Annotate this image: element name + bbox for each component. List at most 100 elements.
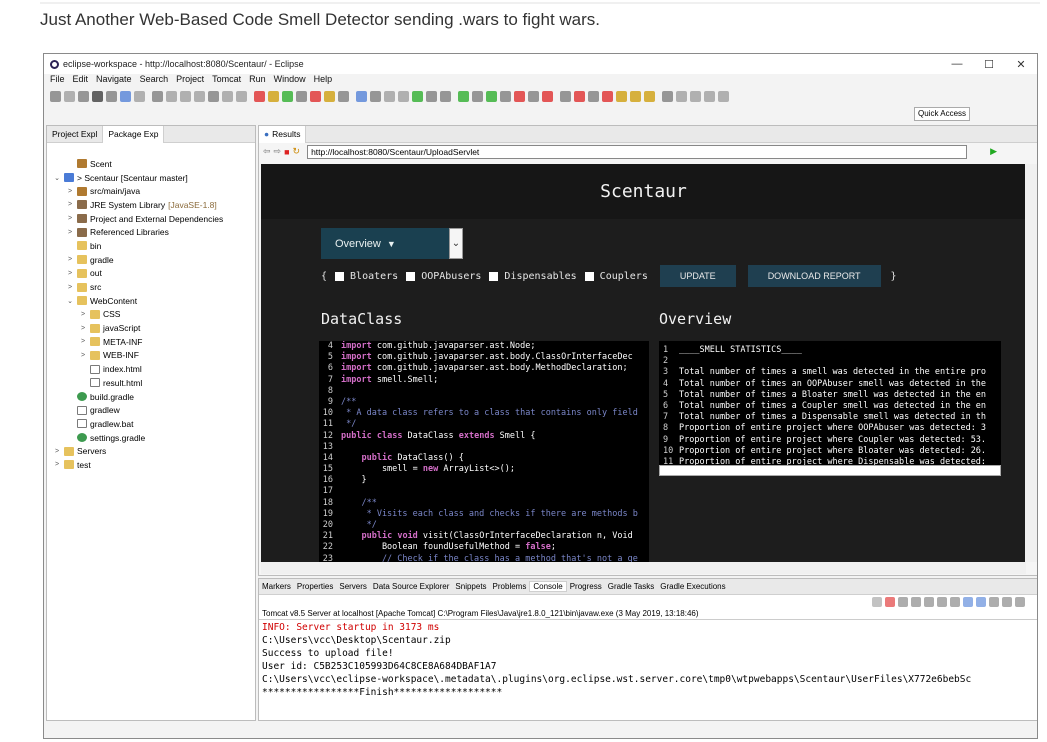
toolbar-tool-icon[interactable] [440,90,451,102]
tree-node[interactable]: ⌄ > Scentaur [Scentaur master] [47,171,255,185]
console-tool-icon[interactable] [872,597,882,607]
console-tool-icon[interactable] [1002,597,1012,607]
tab-project-explorer[interactable]: Project Expl [47,125,104,143]
stop-icon[interactable]: ■ [284,147,289,157]
tree-node[interactable]: > Project and External Dependencies [47,212,255,226]
toolbar-tool-icon[interactable] [282,90,293,102]
checkbox-bloaters[interactable] [335,271,345,281]
tab-snippets[interactable]: Snippets [452,582,489,591]
menu-file[interactable]: File [50,74,65,87]
tree-node[interactable]: > src [47,280,255,294]
toolbar-tool-icon[interactable] [458,90,469,102]
tree-node[interactable]: > META-INF [47,335,255,349]
menu-tomcat[interactable]: Tomcat [212,74,241,87]
toolbar-tool-icon[interactable] [194,90,205,102]
toolbar-tool-icon[interactable] [560,90,571,102]
view-dropdown[interactable]: Overview ▼ ⌄ [321,228,463,259]
toolbar-tool-icon[interactable] [268,90,279,102]
tree-node[interactable]: ⌄ WebContent [47,294,255,308]
toolbar-tool-icon[interactable] [426,90,437,102]
chevron-down-icon[interactable]: ⌄ [449,228,463,259]
checkbox-oopabusers[interactable] [406,271,416,281]
toolbar-tool-icon[interactable] [704,90,715,102]
toolbar-tool-icon[interactable] [78,90,89,102]
tree-node[interactable]: > JRE System Library [JavaSE-1.8] [47,198,255,212]
back-icon[interactable]: ⇦ [263,146,271,157]
menu-edit[interactable]: Edit [73,74,89,87]
toolbar-tool-icon[interactable] [222,90,233,102]
tree-node[interactable]: > gradle [47,253,255,267]
toolbar-tool-icon[interactable] [254,90,265,102]
toolbar-tool-icon[interactable] [500,90,511,102]
expand-chevron-icon[interactable]: > [53,448,61,455]
menu-run[interactable]: Run [249,74,266,87]
maximize-button[interactable]: ☐ [973,58,1005,71]
tab-properties[interactable]: Properties [294,582,336,591]
tab-problems[interactable]: Problems [490,582,530,591]
menu-help[interactable]: Help [314,74,333,87]
toolbar-tool-icon[interactable] [296,90,307,102]
checkbox-couplers[interactable] [584,271,594,281]
menu-project[interactable]: Project [176,74,204,87]
tab-results[interactable]: ● Results [259,125,307,143]
tree-node[interactable]: > test [47,458,255,472]
tab-progress[interactable]: Progress [567,582,605,591]
console-tool-icon[interactable] [937,597,947,607]
toolbar-tool-icon[interactable] [120,90,131,102]
tree-node[interactable]: build.gradle [47,390,255,404]
menu-window[interactable]: Window [274,74,306,87]
tree-node[interactable]: gradlew.bat [47,417,255,431]
close-button[interactable]: ✕ [1005,58,1037,71]
tree-node[interactable]: > javaScript [47,321,255,335]
menu-navigate[interactable]: Navigate [96,74,132,87]
toolbar-tool-icon[interactable] [602,90,613,102]
minimize-button[interactable]: — [941,58,973,71]
console-tool-icon[interactable] [898,597,908,607]
browser-vertical-scrollbar[interactable] [1025,164,1037,562]
toolbar-tool-icon[interactable] [472,90,483,102]
tab-markers[interactable]: Markers [259,582,294,591]
console-tool-icon[interactable] [911,597,921,607]
toolbar-tool-icon[interactable] [542,90,553,102]
tree-node[interactable]: Scent [47,157,255,171]
quick-access-field[interactable]: Quick Access [914,107,971,121]
expand-chevron-icon[interactable]: > [79,338,87,345]
expand-chevron-icon[interactable]: > [79,352,87,359]
tree-node[interactable]: bin [47,239,255,253]
toolbar-tool-icon[interactable] [514,90,525,102]
tree-node[interactable]: > out [47,267,255,281]
toolbar-tool-icon[interactable] [166,90,177,102]
tab-gradle-executions[interactable]: Gradle Executions [657,582,728,591]
console-tool-icon[interactable] [885,597,895,607]
toolbar-tool-icon[interactable] [486,90,497,102]
refresh-icon[interactable]: ↻ [293,146,301,157]
toolbar-tool-icon[interactable] [64,90,75,102]
expand-chevron-icon[interactable]: ⌄ [53,174,61,182]
expand-chevron-icon[interactable]: > [66,215,74,222]
browser-horizontal-scrollbar[interactable] [261,562,1026,574]
toolbar-tool-icon[interactable] [208,90,219,102]
toolbar-tool-icon[interactable] [718,90,729,102]
toolbar-tool-icon[interactable] [92,90,103,102]
tab-package-explorer[interactable]: Package Exp [103,125,165,143]
expand-chevron-icon[interactable]: > [66,188,74,195]
expand-chevron-icon[interactable]: > [66,201,74,208]
menu-search[interactable]: Search [140,74,169,87]
toolbar-tool-icon[interactable] [528,90,539,102]
toolbar-tool-icon[interactable] [412,90,423,102]
tree-node[interactable]: index.html [47,362,255,376]
url-field[interactable]: http://localhost:8080/Scentaur/UploadSer… [307,144,968,159]
toolbar-tool-icon[interactable] [370,90,381,102]
toolbar-tool-icon[interactable] [630,90,641,102]
toolbar-tool-icon[interactable] [644,90,655,102]
console-tool-icon[interactable] [963,597,973,607]
console-tool-icon[interactable] [924,597,934,607]
overview-horizontal-scrollbar[interactable] [659,465,1001,476]
expand-chevron-icon[interactable]: > [66,229,74,236]
toolbar-tool-icon[interactable] [690,90,701,102]
console-tool-icon[interactable] [950,597,960,607]
toolbar-tool-icon[interactable] [356,90,367,102]
tree-node[interactable]: result.html [47,376,255,390]
console-tool-icon[interactable] [976,597,986,607]
download-report-button[interactable]: DOWNLOAD REPORT [747,265,881,287]
